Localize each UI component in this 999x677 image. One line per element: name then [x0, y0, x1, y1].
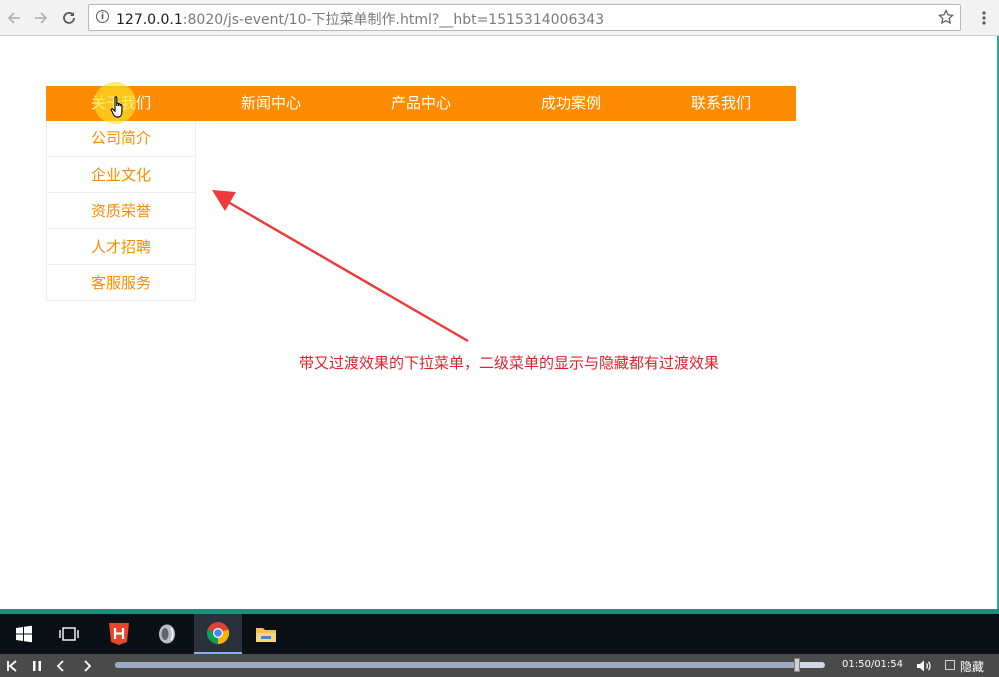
chrome-icon[interactable] — [194, 614, 242, 654]
audio-app-icon[interactable] — [143, 614, 191, 654]
browser-toolbar: i 127.0.0.1:8020/js-event/10-下拉菜单制作.html… — [0, 0, 999, 36]
progress-track[interactable] — [115, 658, 825, 672]
video-player-bar: 01:50/01:54 隐藏 — [0, 654, 999, 677]
kebab-menu-icon[interactable] — [977, 7, 991, 29]
progress-fill — [115, 662, 797, 668]
taskbar — [0, 614, 999, 654]
hide-label: 隐藏 — [960, 660, 985, 674]
progress-thumb[interactable] — [793, 658, 800, 672]
task-view-icon[interactable] — [45, 614, 93, 654]
prev-icon[interactable] — [53, 657, 69, 674]
html-editor-icon[interactable] — [95, 614, 143, 654]
pause-icon[interactable] — [29, 657, 45, 674]
reload-icon[interactable] — [58, 7, 80, 29]
address-bar[interactable]: i 127.0.0.1:8020/js-event/10-下拉菜单制作.html… — [88, 4, 961, 31]
url-path: :8020/js-event/10-下拉菜单制作.html?__hbt=1515… — [182, 12, 605, 28]
annotation-arrow — [212, 190, 469, 343]
info-icon[interactable]: i — [96, 10, 109, 23]
file-explorer-icon[interactable] — [242, 614, 290, 654]
forward-icon[interactable] — [30, 7, 52, 29]
next-icon[interactable] — [79, 657, 95, 674]
volume-icon[interactable] — [916, 658, 932, 677]
page-content: 关于我们 新闻中心 产品中心 成功案例 联系我们 公司简介 企业文化 资质荣誉 … — [0, 36, 997, 610]
windows-start-icon[interactable] — [0, 614, 48, 654]
star-icon[interactable] — [936, 7, 956, 27]
hide-checkbox[interactable] — [945, 660, 955, 670]
playback-time: 01:50/01:54 — [842, 659, 904, 670]
skip-back-icon[interactable] — [4, 657, 20, 674]
back-icon[interactable] — [3, 7, 25, 29]
annotation-text: 带又过渡效果的下拉菜单，二级菜单的显示与隐藏都有过渡效果 — [299, 354, 720, 372]
url-text[interactable]: 127.0.0.1:8020/js-event/10-下拉菜单制作.html?_… — [116, 9, 604, 29]
url-host: 127.0.0.1 — [116, 12, 183, 28]
